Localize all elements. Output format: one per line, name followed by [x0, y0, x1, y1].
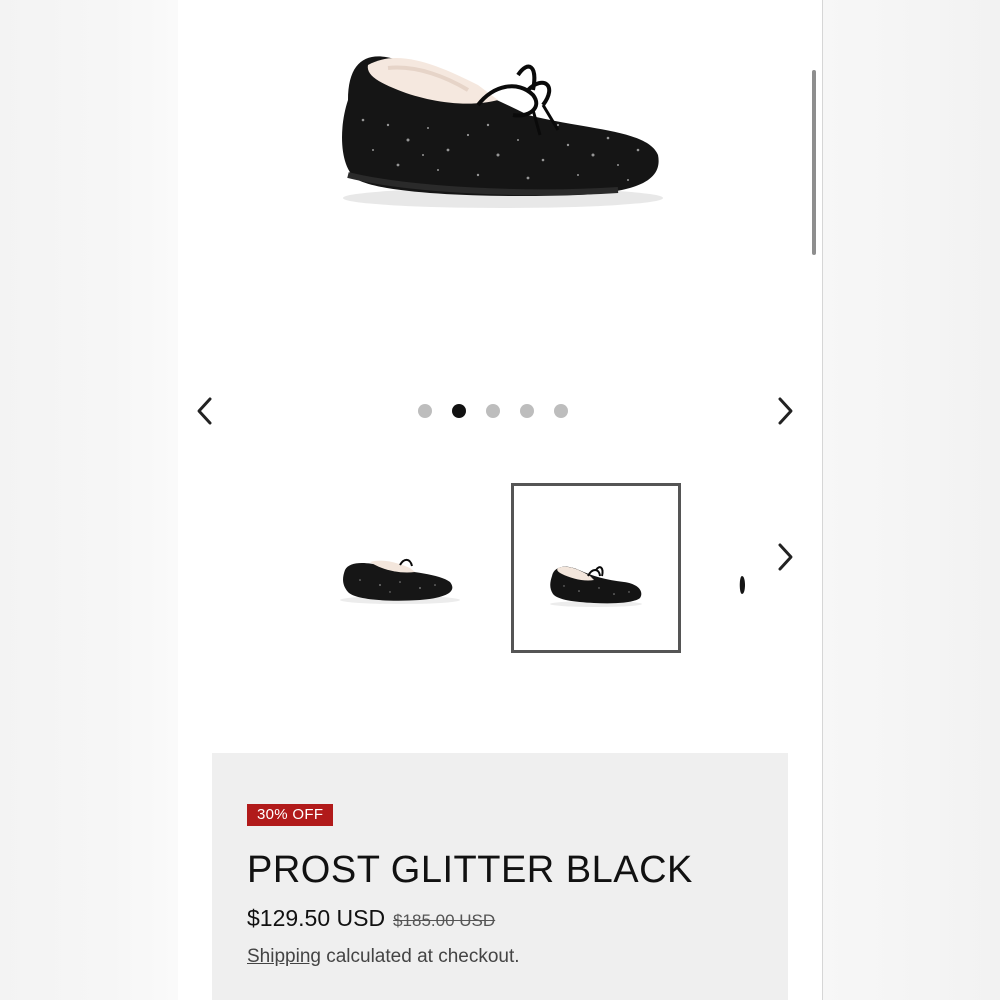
thumbnail-1[interactable]	[330, 540, 470, 620]
gallery-pagination	[418, 404, 568, 418]
pagination-dot-1[interactable]	[418, 404, 432, 418]
shipping-link[interactable]: Shipping	[247, 946, 321, 967]
chevron-right-icon	[778, 397, 793, 425]
page-scrollbar[interactable]	[812, 70, 816, 255]
price-row: $129.50 USD $185.00 USD	[247, 905, 495, 932]
pagination-dot-5[interactable]	[554, 404, 568, 418]
background-right	[822, 0, 1000, 1000]
main-product-image[interactable]	[328, 30, 668, 220]
product-title: PROST GLITTER BLACK	[247, 849, 693, 891]
thumbnail-3[interactable]	[738, 570, 748, 600]
pagination-dot-3[interactable]	[486, 404, 500, 418]
thumbnail-2-selected[interactable]	[511, 483, 681, 653]
sale-price: $129.50 USD	[247, 905, 386, 931]
discount-badge: 30% OFF	[247, 804, 334, 826]
pagination-dot-2[interactable]	[452, 404, 466, 418]
gallery-prev-button[interactable]	[190, 396, 220, 426]
chevron-right-icon	[778, 543, 793, 571]
pagination-dot-4[interactable]	[520, 404, 534, 418]
shipping-text: calculated at checkout.	[320, 946, 520, 967]
product-info-panel: 30% OFF PROST GLITTER BLACK $129.50 USD …	[212, 753, 788, 1000]
chevron-left-icon	[197, 397, 212, 425]
shipping-note: Shipping calculated at checkout.	[247, 946, 520, 968]
thumbnails-next-button[interactable]	[770, 542, 800, 572]
gallery-next-button[interactable]	[770, 396, 800, 426]
product-page[interactable]: 30% OFF PROST GLITTER BLACK $129.50 USD …	[178, 0, 823, 1000]
compare-at-price: $185.00 USD	[393, 911, 496, 930]
background-left	[0, 0, 178, 1000]
